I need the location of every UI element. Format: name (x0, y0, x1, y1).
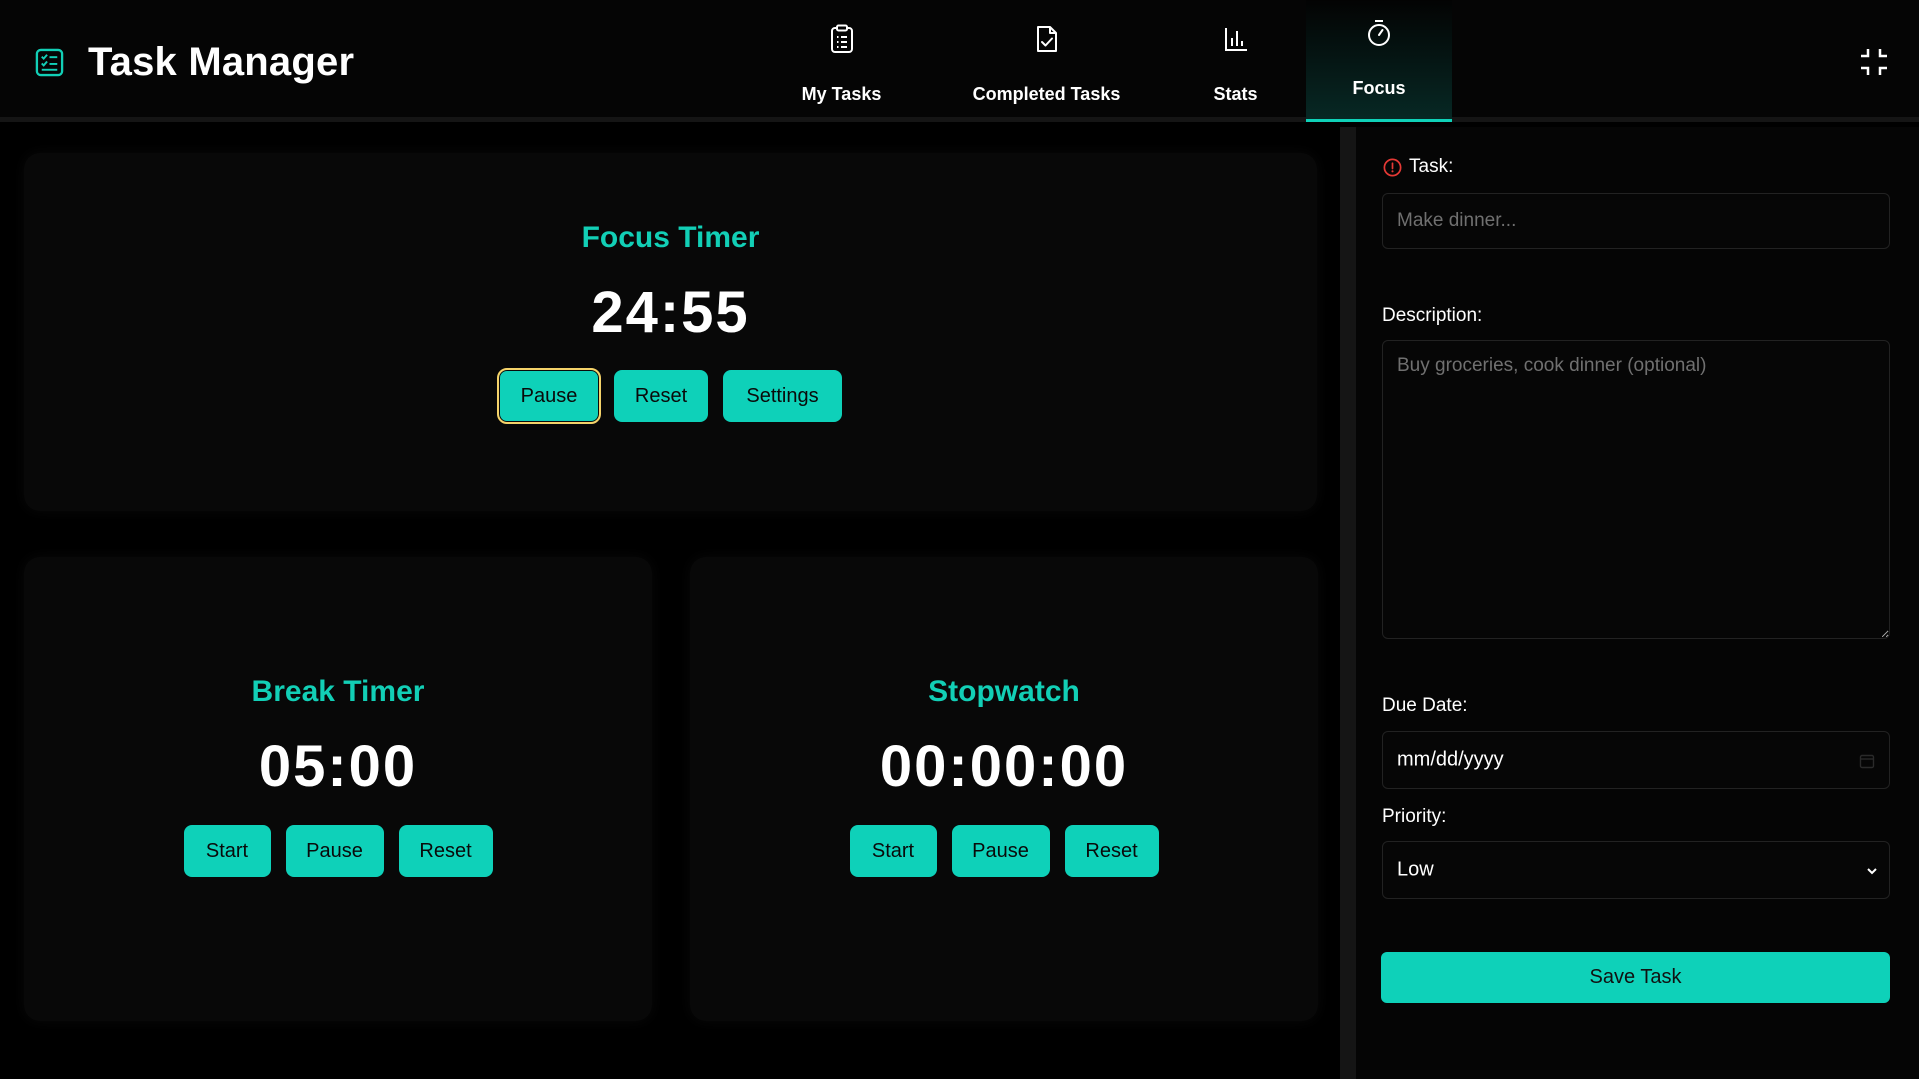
description-label: Description: (1382, 305, 1483, 326)
description-textarea[interactable] (1382, 340, 1890, 639)
alert-circle-icon (1383, 158, 1402, 176)
focus-timer-card: Focus Timer 24:55 Pause Reset Settings (24, 153, 1317, 511)
panel-divider (1340, 127, 1356, 1079)
brand: Task Manager (34, 40, 354, 85)
tab-label: Completed Tasks (972, 84, 1121, 104)
tab-my-tasks[interactable]: My Tasks (783, 0, 900, 122)
minimize-icon[interactable] (1857, 45, 1891, 79)
app-title: Task Manager (88, 40, 355, 84)
due-date-input[interactable]: mm/dd/yyyy (1382, 731, 1890, 789)
tab-label: My Tasks (801, 84, 882, 104)
stopwatch-pause-button[interactable]: Pause (951, 825, 1050, 877)
stopwatch-controls: Start Pause Reset (690, 825, 1318, 877)
priority-select[interactable]: Low (1382, 841, 1890, 899)
break-timer-card: Break Timer 05:00 Start Pause Reset (24, 557, 652, 1021)
break-start-button[interactable]: Start (183, 825, 271, 877)
due-date-value: mm/dd/yyyy (1397, 748, 1504, 771)
focus-timer-display: 24:55 (591, 280, 750, 345)
focus-reset-button[interactable]: Reset (614, 370, 708, 422)
priority-value: Low (1397, 858, 1434, 881)
focus-timer-controls: Pause Reset Settings (24, 368, 1317, 424)
app-header: Task Manager My Tasks Completed Tasks St… (0, 0, 1919, 122)
chevron-down-icon (1867, 868, 1877, 875)
break-timer-controls: Start Pause Reset (24, 825, 652, 877)
save-task-button[interactable]: Save Task (1381, 952, 1890, 1003)
priority-label: Priority: (1382, 806, 1447, 827)
break-reset-button[interactable]: Reset (398, 825, 493, 877)
focus-settings-button[interactable]: Settings (723, 370, 842, 422)
task-label-text: Task: (1409, 156, 1454, 177)
bar-chart-icon (1224, 28, 1247, 51)
task-label: Task: (1382, 156, 1453, 178)
tab-label: Focus (1352, 78, 1406, 98)
calendar-icon[interactable] (1859, 753, 1875, 769)
stopwatch-start-button[interactable]: Start (849, 825, 937, 877)
due-date-label: Due Date: (1382, 695, 1468, 716)
break-pause-button[interactable]: Pause (285, 825, 384, 877)
tab-stats[interactable]: Stats (1198, 0, 1273, 122)
focus-timer-title: Focus Timer (581, 221, 760, 254)
task-input[interactable] (1382, 193, 1890, 249)
tab-label: Stats (1213, 84, 1258, 104)
clipboard-list-icon (830, 24, 853, 53)
stopwatch-display: 00:00:00 (879, 734, 1129, 799)
file-check-icon (1036, 26, 1057, 52)
stopwatch-icon (1368, 20, 1390, 46)
break-timer-display: 05:00 (258, 734, 418, 799)
tab-focus[interactable]: Focus (1306, 0, 1452, 122)
tab-completed-tasks[interactable]: Completed Tasks (961, 0, 1132, 122)
stopwatch-reset-button[interactable]: Reset (1064, 825, 1159, 877)
checklist-icon (35, 48, 64, 77)
stopwatch-title: Stopwatch (928, 675, 1080, 708)
stopwatch-card: Stopwatch 00:00:00 Start Pause Reset (690, 557, 1318, 1021)
break-timer-title: Break Timer (251, 675, 425, 708)
focus-pause-button[interactable]: Pause (497, 368, 601, 424)
